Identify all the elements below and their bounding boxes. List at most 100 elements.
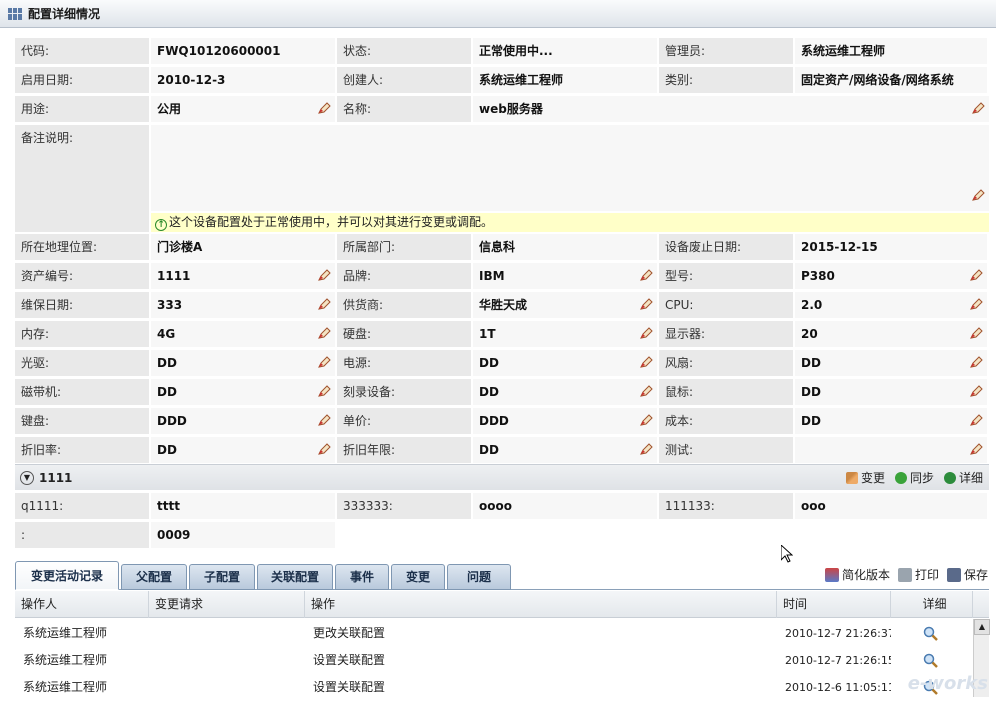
edit-pencil-icon[interactable] (318, 298, 331, 310)
field-value: IBM (473, 263, 657, 289)
field-label: 类别: (659, 67, 793, 93)
edit-pencil-icon[interactable] (972, 189, 985, 201)
edit-pencil-icon[interactable] (640, 414, 653, 426)
field-label: 333333: (337, 493, 471, 519)
tab-6[interactable]: 问题 (447, 564, 511, 590)
edit-pencil-icon[interactable] (318, 356, 331, 368)
scroll-up-icon[interactable]: ▲ (974, 619, 990, 635)
field-value: P380 (795, 263, 987, 289)
field-label: 单价: (337, 408, 471, 434)
edit-pencil-icon[interactable] (318, 102, 331, 114)
magnifier-icon[interactable] (923, 626, 939, 642)
field-value-text: 2015-12-15 (801, 240, 878, 254)
change-action[interactable]: 变更 (846, 465, 885, 491)
edit-pencil-icon[interactable] (970, 269, 983, 281)
field-value-text: DD (801, 414, 821, 428)
tab-3[interactable]: 关联配置 (257, 564, 333, 590)
sync-action[interactable]: 同步 (895, 465, 934, 491)
edit-pencil-icon[interactable] (640, 298, 653, 310)
edit-pencil-icon[interactable] (640, 443, 653, 455)
field-label: 品牌: (337, 263, 471, 289)
edit-pencil-icon[interactable] (970, 443, 983, 455)
field-value-text: 门诊楼A (157, 240, 202, 254)
field-value: 1T (473, 321, 657, 347)
table-row[interactable]: 系统运维工程师设置关联配置2010-12-7 21:26:15 (15, 647, 973, 674)
window-title-bar: 配置详细情况 (0, 0, 996, 28)
field-value-text: 1111 (157, 269, 190, 283)
collapse-toggle-icon[interactable]: ▼ (20, 471, 34, 485)
field-row: 所在地理位置:门诊楼A所属部门:信息科设备废止日期:2015-12-15 (15, 234, 989, 260)
field-value-text: DD (479, 385, 499, 399)
table-cell: 系统运维工程师 (15, 674, 149, 701)
edit-pencil-icon[interactable] (970, 327, 983, 339)
edit-pencil-icon[interactable] (318, 414, 331, 426)
edit-pencil-icon[interactable] (640, 327, 653, 339)
edit-pencil-icon[interactable] (640, 356, 653, 368)
field-row: 折旧率:DD折旧年限:DD测试: (15, 437, 989, 463)
field-row: q1111:tttt333333:oooo111133:ooo (15, 493, 989, 519)
simple-version-button[interactable]: 简化版本 (825, 566, 890, 583)
tab-2[interactable]: 子配置 (189, 564, 255, 590)
magnifier-icon[interactable] (923, 653, 939, 669)
field-value-text: FWQ10120600001 (157, 44, 280, 58)
field-label: 鼠标: (659, 379, 793, 405)
field-value: 2015-12-15 (795, 234, 987, 260)
field-value: 1111 (151, 263, 335, 289)
table-row[interactable]: 系统运维工程师 设置关联配置2010-12-6 11:05:11 (15, 674, 973, 701)
edit-pencil-icon[interactable] (318, 269, 331, 281)
field-label: 测试: (659, 437, 793, 463)
tab-5[interactable]: 变更 (391, 564, 445, 590)
table-row[interactable]: 系统运维工程师更改关联配置2010-12-7 21:26:37 (15, 620, 973, 647)
print-button[interactable]: 打印 (898, 566, 939, 583)
tab-4[interactable]: 事件 (335, 564, 389, 590)
field-value: DD (473, 437, 657, 463)
table-cell: 设置关联配置 (305, 674, 777, 701)
field-value-text: 2.0 (801, 298, 822, 312)
field-row: 内存:4G硬盘:1T显示器:20 (15, 321, 989, 347)
edit-pencil-icon[interactable] (970, 298, 983, 310)
field-label: 设备废止日期: (659, 234, 793, 260)
notes-label: 备注说明: (15, 125, 149, 232)
edit-pencil-icon[interactable] (318, 385, 331, 397)
edit-pencil-icon[interactable] (972, 102, 985, 114)
detail-action[interactable]: 详细 (944, 465, 983, 491)
edit-pencil-icon[interactable] (318, 443, 331, 455)
table-cell: 系统运维工程师 (15, 647, 149, 674)
field-value: FWQ10120600001 (151, 38, 335, 64)
field-value: DD (151, 350, 335, 376)
edit-pencil-icon[interactable] (318, 327, 331, 339)
save-icon (947, 568, 961, 582)
tab-0[interactable]: 变更活动记录 (15, 561, 119, 590)
field-value-text: DDD (157, 414, 187, 428)
table-cell: 系统运维工程师 (15, 620, 149, 647)
table-cell: 更改关联配置 (305, 620, 777, 647)
field-row: 磁带机:DD刻录设备:DD鼠标:DD (15, 379, 989, 405)
save-button[interactable]: 保存 (947, 566, 988, 583)
table-cell: 2010-12-6 11:05:11 (777, 674, 891, 701)
field-label: 维保日期: (15, 292, 149, 318)
field-value-text: oooo (479, 499, 512, 513)
field-value-text: DD (479, 443, 499, 457)
edit-pencil-icon[interactable] (640, 385, 653, 397)
column-header: 详细 (891, 591, 973, 618)
field-value-text: IBM (479, 269, 505, 283)
edit-pencil-icon[interactable] (970, 356, 983, 368)
field-value: oooo (473, 493, 657, 519)
mouse-cursor-icon (781, 545, 793, 563)
field-value-text: DD (157, 443, 177, 457)
field-value: 信息科 (473, 234, 657, 260)
toolbar: 简化版本 打印 保存 (825, 566, 988, 583)
field-label: 显示器: (659, 321, 793, 347)
field-value: DD (151, 379, 335, 405)
notes-textarea[interactable] (151, 125, 989, 211)
field-label: 折旧率: (15, 437, 149, 463)
info-icon (944, 472, 956, 484)
custom-fields-section-header: ▼ 1111 变更 同步 详细 (15, 464, 989, 490)
field-label: q1111: (15, 493, 149, 519)
field-value-text: DD (479, 356, 499, 370)
tab-1[interactable]: 父配置 (121, 564, 187, 590)
field-label: 磁带机: (15, 379, 149, 405)
edit-pencil-icon[interactable] (640, 269, 653, 281)
edit-pencil-icon[interactable] (970, 385, 983, 397)
edit-pencil-icon[interactable] (970, 414, 983, 426)
